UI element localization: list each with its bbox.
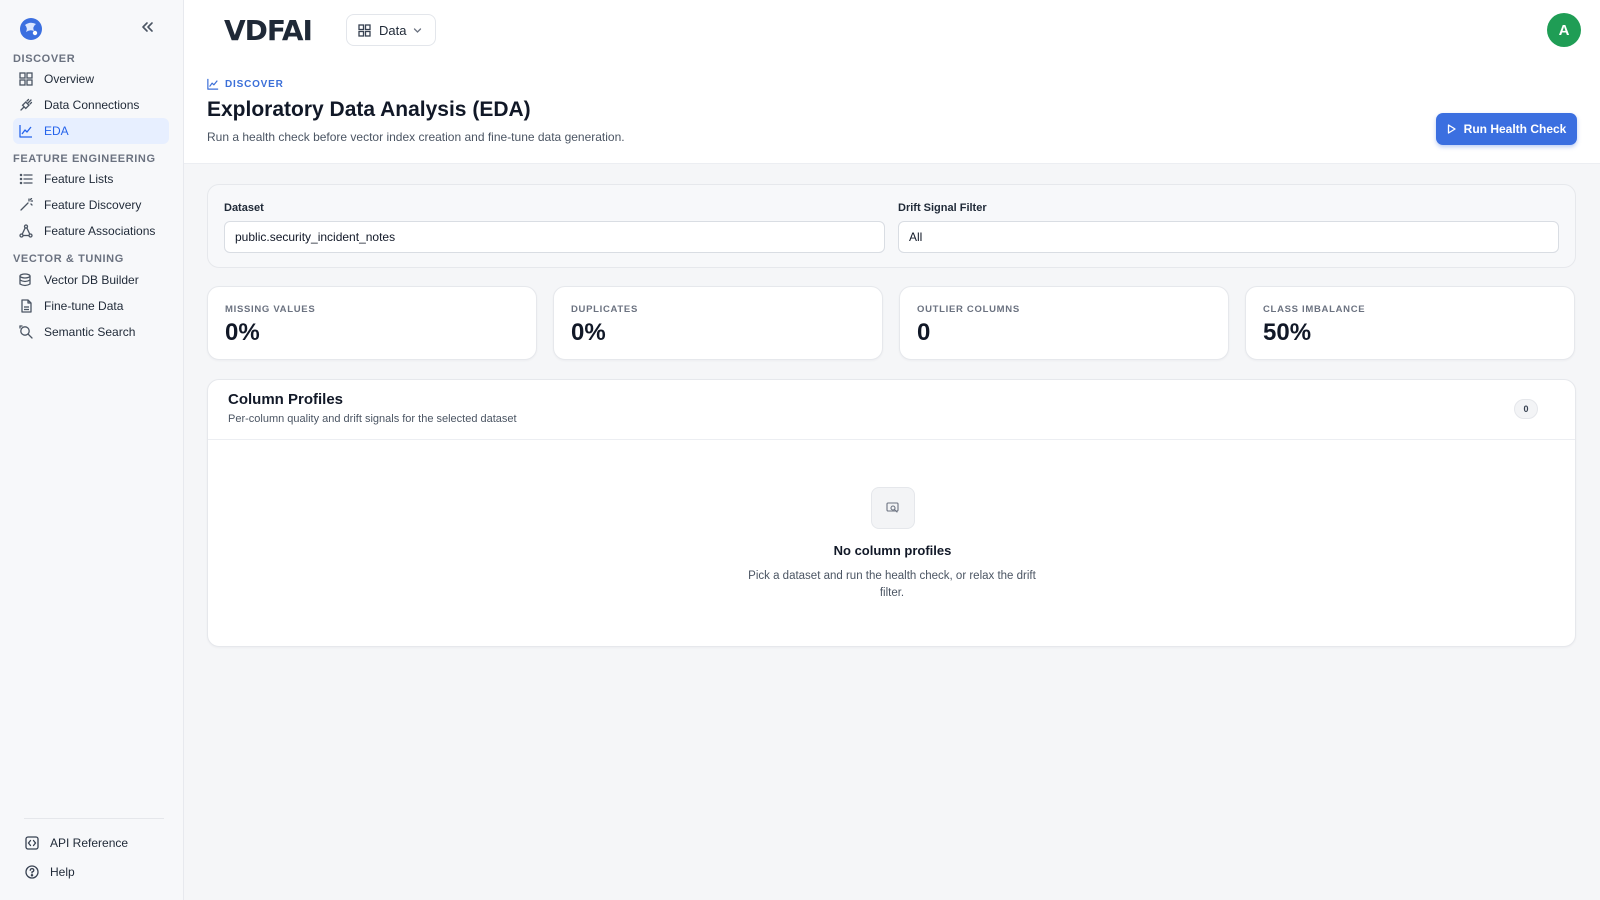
page-title: Exploratory Data Analysis (EDA) — [207, 98, 531, 121]
sidebar-item-vector-db-builder[interactable]: Vector DB Builder — [13, 267, 169, 293]
workspace-switcher-label: Data — [379, 22, 407, 38]
file-icon — [18, 298, 34, 314]
play-icon — [1447, 124, 1456, 134]
drift-filter-label: Drift Signal Filter — [898, 202, 987, 214]
sidebar-item-feature-lists[interactable]: Feature Lists — [13, 166, 169, 192]
empty-state-text: Pick a dataset and run the health check,… — [748, 570, 1036, 599]
column-count-badge: 0 — [1514, 399, 1538, 419]
sidebar-item-overview[interactable]: Overview — [13, 66, 169, 92]
dataset-select[interactable]: public.security_incident_notes — [224, 221, 885, 253]
sidebar-item-label: Vector DB Builder — [44, 273, 139, 287]
sidebar: DISCOVER Overview Data Connections EDA F… — [0, 0, 184, 900]
sidebar-divider — [24, 818, 164, 819]
brand-name: VDFAI — [224, 14, 312, 47]
card-divider — [208, 439, 1575, 440]
sidebar-item-label: Feature Lists — [44, 172, 114, 186]
breadcrumb: DISCOVER — [207, 78, 284, 90]
sidebar-item-label: API Reference — [50, 836, 129, 850]
stat-card-duplicates: DUPLICATES 0% — [553, 286, 883, 360]
breadcrumb-label: DISCOVER — [225, 78, 284, 90]
sidebar-item-feature-associations[interactable]: Feature Associations — [13, 218, 169, 244]
help-icon — [24, 864, 40, 880]
chevron-down-icon — [413, 26, 422, 35]
workspace-switcher[interactable]: Data — [346, 14, 436, 46]
search-icon — [18, 324, 34, 340]
stat-card-missing-values: MISSING VALUES 0% — [207, 286, 537, 360]
stat-value: 50% — [1263, 319, 1312, 346]
run-health-check-button[interactable]: Run Health Check — [1436, 113, 1577, 145]
stat-value: 0% — [571, 319, 606, 346]
sidebar-item-label: Feature Discovery — [44, 198, 142, 212]
sidebar-item-data-connections[interactable]: Data Connections — [13, 92, 169, 118]
run-health-check-label: Run Health Check — [1463, 122, 1567, 136]
stat-label: OUTLIER COLUMNS — [917, 304, 1020, 315]
grid-icon — [358, 23, 371, 37]
sidebar-item-semantic-search[interactable]: Semantic Search — [13, 319, 169, 345]
grid-icon — [18, 71, 34, 87]
sidebar-item-label: Help — [50, 865, 75, 879]
sidebar-item-feature-discovery[interactable]: Feature Discovery — [13, 192, 169, 218]
chart-icon — [207, 78, 219, 90]
sidebar-item-label: Semantic Search — [44, 325, 136, 339]
dataset-label: Dataset — [224, 202, 264, 214]
sidebar-item-label: EDA — [44, 124, 69, 138]
avatar[interactable]: A — [1547, 13, 1581, 47]
column-profiles-card: Column Profiles Per-column quality and d… — [207, 379, 1576, 647]
stat-card-outlier-columns: OUTLIER COLUMNS 0 — [899, 286, 1229, 360]
sidebar-item-help[interactable]: Help — [24, 859, 174, 885]
stat-label: MISSING VALUES — [225, 304, 316, 315]
filters-card: Dataset public.security_incident_notes D… — [207, 184, 1576, 268]
collapse-sidebar-icon[interactable] — [138, 19, 156, 37]
sidebar-item-fine-tune-data[interactable]: Fine-tune Data — [13, 293, 169, 319]
wand-icon — [18, 197, 34, 213]
plug-icon — [18, 97, 34, 113]
sidebar-item-eda[interactable]: EDA — [13, 118, 169, 144]
stat-label: DUPLICATES — [571, 304, 638, 315]
drift-filter-select[interactable]: All — [898, 221, 1559, 253]
sidebar-item-label: Overview — [44, 72, 95, 86]
sidebar-section-vector-tuning: VECTOR & TUNING — [13, 253, 124, 265]
column-profiles-subtitle: Per-column quality and drift signals for… — [228, 413, 517, 425]
database-icon — [18, 272, 34, 288]
page-header: VDFAI Data A DISCOVER Exploratory Data A… — [184, 0, 1600, 164]
stat-value: 0% — [225, 319, 260, 346]
sidebar-item-label: Data Connections — [44, 98, 140, 112]
brand-logo[interactable]: VDFAI — [224, 13, 316, 47]
sidebar-section-feature-engineering: FEATURE ENGINEERING — [13, 153, 156, 165]
empty-state-search-icon — [871, 487, 915, 529]
network-icon — [18, 223, 34, 239]
column-profiles-title: Column Profiles — [228, 391, 344, 408]
stat-card-class-imbalance: CLASS IMBALANCE 50% — [1245, 286, 1575, 360]
sidebar-section-discover: DISCOVER — [13, 53, 76, 65]
app-logo-icon[interactable] — [18, 16, 44, 42]
sidebar-item-label: Feature Associations — [44, 224, 156, 238]
list-icon — [18, 171, 34, 187]
sidebar-item-api-reference[interactable]: API Reference — [24, 830, 174, 856]
chart-icon — [18, 123, 34, 139]
sidebar-item-label: Fine-tune Data — [44, 299, 124, 313]
api-icon — [24, 835, 40, 851]
stat-label: CLASS IMBALANCE — [1263, 304, 1366, 315]
stat-value: 0 — [917, 319, 931, 346]
empty-state-title: No column profiles — [833, 543, 952, 558]
page-subtitle: Run a health check before vector index c… — [207, 130, 625, 144]
